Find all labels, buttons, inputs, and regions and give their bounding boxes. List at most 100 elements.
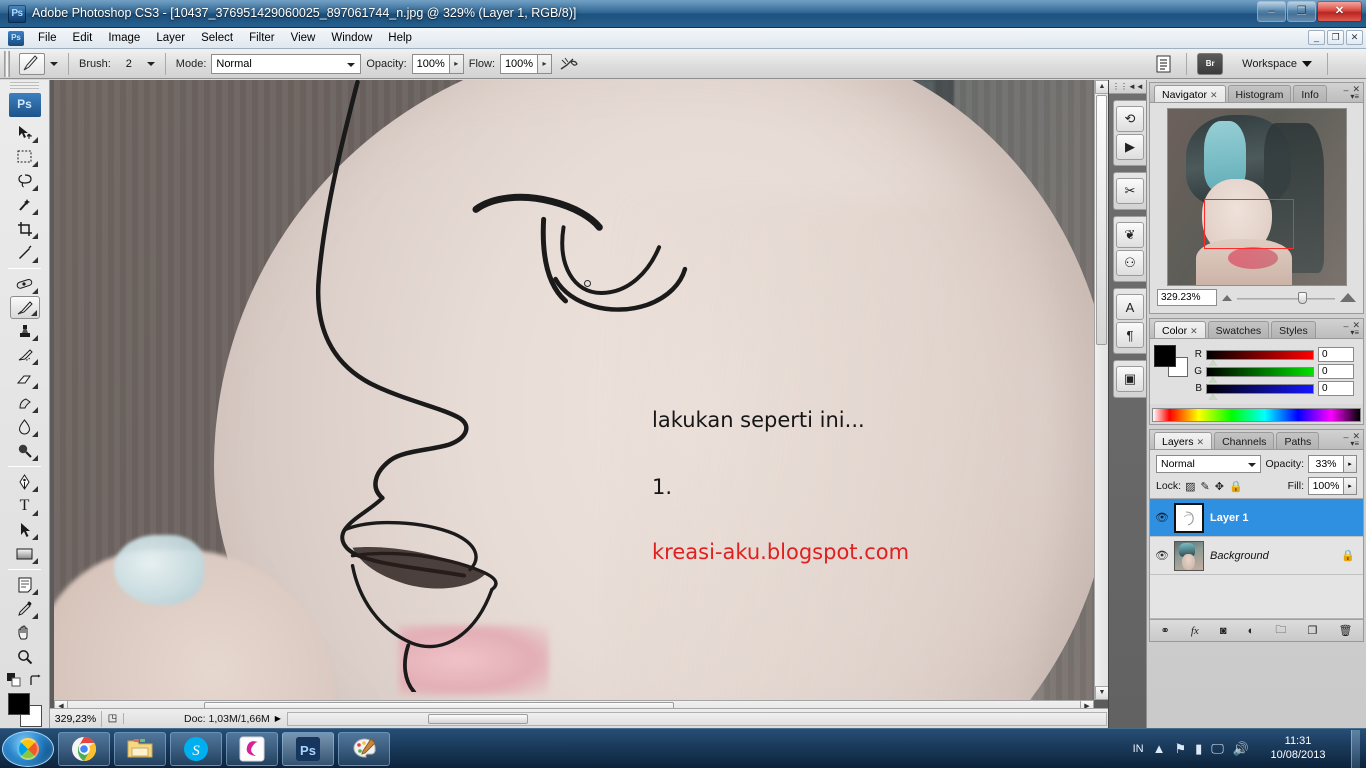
- canvas-vertical-scrollbar[interactable]: ▲ ▼: [1094, 80, 1109, 700]
- vertical-scroll-thumb[interactable]: [1096, 95, 1107, 345]
- move-tool[interactable]: [10, 121, 40, 145]
- scroll-down-arrow-icon[interactable]: ▼: [1095, 686, 1109, 700]
- blur-tool[interactable]: [10, 415, 40, 439]
- current-tool-preview-icon[interactable]: [19, 52, 45, 75]
- tab-histogram[interactable]: Histogram: [1227, 85, 1292, 102]
- swap-colors-icon[interactable]: [29, 674, 42, 687]
- flow-slider-button[interactable]: ▸: [538, 53, 553, 74]
- minimize-button[interactable]: –: [1257, 1, 1286, 22]
- document-close-button[interactable]: ✕: [1346, 30, 1363, 45]
- start-button[interactable]: [2, 730, 54, 767]
- zoom-tool[interactable]: [10, 645, 40, 669]
- show-desktop-button[interactable]: [1351, 729, 1360, 768]
- zoom-in-icon[interactable]: [1340, 293, 1356, 302]
- layer-opacity-input[interactable]: 33%: [1308, 455, 1344, 473]
- status-scroll-track[interactable]: [286, 711, 1107, 726]
- show-hidden-icons[interactable]: ▲: [1153, 741, 1166, 756]
- navigator-zoom-slider[interactable]: [1237, 291, 1335, 305]
- healing-brush-tool[interactable]: [10, 272, 40, 296]
- slider-handle[interactable]: [1209, 393, 1217, 400]
- maximize-button[interactable]: ❐: [1287, 1, 1316, 22]
- default-colors-icon[interactable]: [7, 673, 21, 687]
- slice-tool[interactable]: [10, 241, 40, 265]
- color-panel-swatches[interactable]: [1154, 345, 1188, 377]
- taskbar-camtasia[interactable]: [226, 731, 278, 766]
- blue-value-input[interactable]: 0: [1318, 381, 1354, 396]
- eraser-tool[interactable]: [10, 367, 40, 391]
- new-group-icon[interactable]: 🗀: [1275, 621, 1286, 640]
- adjustment-layer-icon[interactable]: ◐: [1248, 625, 1255, 637]
- menu-filter[interactable]: Filter: [241, 29, 283, 47]
- language-indicator[interactable]: IN: [1133, 743, 1144, 755]
- layers-panel-menu-icon[interactable]: ▾≡: [1350, 439, 1359, 448]
- brushes-panel-icon[interactable]: ❦: [1116, 222, 1144, 248]
- brush-tool[interactable]: [9, 296, 40, 319]
- status-zoom-level[interactable]: 329,23%: [50, 710, 102, 727]
- battery-icon[interactable]: ▮: [1195, 741, 1202, 757]
- layer-visibility-icon[interactable]: 👁: [1150, 511, 1174, 524]
- hand-tool[interactable]: [10, 621, 40, 645]
- green-value-input[interactable]: 0: [1318, 364, 1354, 379]
- blend-mode-select[interactable]: Normal: [211, 53, 362, 74]
- layer-thumbnail[interactable]: [1174, 502, 1204, 533]
- type-tool[interactable]: T: [10, 494, 40, 518]
- paragraph-panel-icon[interactable]: ¶: [1116, 322, 1144, 348]
- lock-position-icon[interactable]: ✥: [1215, 480, 1224, 493]
- tab-swatches[interactable]: Swatches: [1207, 321, 1270, 338]
- opacity-slider-button[interactable]: ▸: [449, 53, 464, 74]
- opacity-input[interactable]: 100%: [411, 53, 450, 74]
- taskbar-chrome[interactable]: [58, 731, 110, 766]
- image-canvas[interactable]: lakukan seperti ini... 1. kreasi-aku.blo…: [54, 80, 1094, 700]
- close-button[interactable]: ✕: [1317, 1, 1362, 22]
- notes-tool[interactable]: [10, 573, 40, 597]
- tool-preset-chevron-down-icon[interactable]: [50, 61, 58, 66]
- taskbar-explorer[interactable]: [114, 731, 166, 766]
- tab-info[interactable]: Info: [1293, 85, 1327, 102]
- layer-mask-icon[interactable]: ◙: [1220, 625, 1227, 637]
- zoom-out-icon[interactable]: [1222, 294, 1232, 301]
- layer-comps-icon[interactable]: ▣: [1116, 366, 1144, 392]
- document-minimize-button[interactable]: _: [1308, 30, 1325, 45]
- menu-window[interactable]: Window: [323, 29, 380, 47]
- tab-paths[interactable]: Paths: [1276, 432, 1320, 449]
- menu-view[interactable]: View: [283, 29, 324, 47]
- eyedropper-tool[interactable]: [10, 597, 40, 621]
- layer-blend-mode-select[interactable]: Normal: [1156, 455, 1262, 473]
- menu-file[interactable]: File: [30, 29, 65, 47]
- pen-tool[interactable]: [10, 470, 40, 494]
- brush-picker-chevron-down-icon[interactable]: [146, 61, 155, 66]
- toggle-palettes-icon[interactable]: [1152, 52, 1176, 76]
- clock[interactable]: 11:31 10/08/2013: [1258, 735, 1338, 763]
- status-scroll-thumb[interactable]: [427, 713, 528, 724]
- lock-all-icon[interactable]: 🔒: [1229, 480, 1243, 493]
- bridge-button[interactable]: Br: [1197, 52, 1224, 75]
- tab-channels[interactable]: Channels: [1214, 432, 1275, 449]
- preview-size-icon[interactable]: ◳: [102, 713, 124, 724]
- layer-opacity-slider-button[interactable]: ▸: [1344, 455, 1357, 473]
- taskbar-paint[interactable]: [338, 731, 390, 766]
- menu-select[interactable]: Select: [193, 29, 241, 47]
- history-brush-tool[interactable]: [10, 343, 40, 367]
- minimize-icon[interactable]: –: [1343, 85, 1348, 95]
- blue-slider[interactable]: [1206, 383, 1314, 400]
- layer-row[interactable]: 👁 Layer 1: [1150, 499, 1363, 537]
- character-panel-icon[interactable]: A: [1116, 294, 1144, 320]
- airbrush-icon[interactable]: [557, 52, 581, 76]
- navigator-panel-menu-icon[interactable]: ▾≡: [1350, 92, 1359, 101]
- lasso-tool[interactable]: [10, 169, 40, 193]
- close-icon[interactable]: ✕: [1190, 326, 1198, 337]
- crop-tool[interactable]: [10, 217, 40, 241]
- taskbar-skype[interactable]: S: [170, 731, 222, 766]
- clone-source-icon[interactable]: ⚇: [1116, 250, 1144, 276]
- shape-tool[interactable]: [10, 542, 40, 566]
- collapse-panels-icon[interactable]: ◄◄: [1128, 82, 1144, 91]
- marquee-tool[interactable]: [10, 145, 40, 169]
- close-icon[interactable]: ✕: [1210, 90, 1218, 101]
- layer-thumbnail[interactable]: [1174, 540, 1204, 571]
- color-panel-menu-icon[interactable]: ▾≡: [1350, 328, 1359, 337]
- menu-help[interactable]: Help: [380, 29, 420, 47]
- foreground-color-swatch[interactable]: [1154, 345, 1176, 367]
- color-spectrum-ramp[interactable]: [1152, 408, 1361, 422]
- layer-style-icon[interactable]: fx: [1191, 625, 1199, 637]
- actions-panel-icon[interactable]: ▶: [1116, 134, 1144, 160]
